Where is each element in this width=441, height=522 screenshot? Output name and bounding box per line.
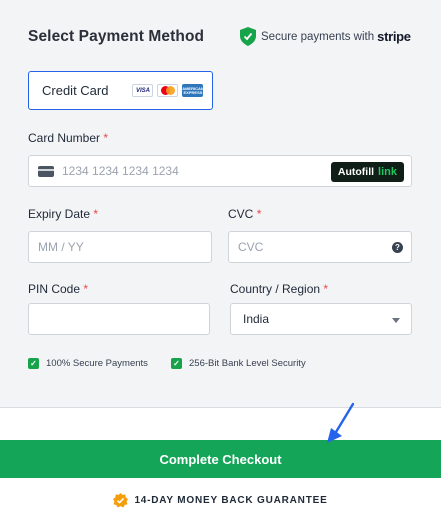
pointer-arrow-icon <box>327 402 355 443</box>
page-title: Select Payment Method <box>28 28 205 45</box>
stripe-logo: stripe <box>377 29 411 44</box>
bank-security-badge: ✓ 256-Bit Bank Level Security <box>171 358 306 369</box>
money-back-guarantee: 14-DAY MONEY BACK GUARANTEE <box>0 478 441 522</box>
credit-card-method-option[interactable]: Credit Card VISA AMERICAN EXPRESS <box>28 71 213 110</box>
card-number-field[interactable]: 1234 1234 1234 1234 Autofill link <box>28 155 412 187</box>
credit-card-icon <box>38 165 54 177</box>
chevron-down-icon <box>392 318 400 323</box>
country-region-label: Country / Region * <box>230 282 329 296</box>
cvc-field[interactable]: CVC ? <box>228 231 412 263</box>
credit-card-method-label: Credit Card <box>42 83 109 98</box>
guarantee-badge-icon <box>113 492 129 508</box>
expiry-date-field[interactable]: MM / YY <box>28 231 212 263</box>
amex-logo-icon: AMERICAN EXPRESS <box>182 84 204 97</box>
cvc-placeholder: CVC <box>238 240 264 254</box>
help-icon[interactable]: ? <box>392 242 403 253</box>
expiry-date-placeholder: MM / YY <box>38 240 84 254</box>
country-selected-value: India <box>243 312 270 326</box>
secure-payments-note: Secure payments with stripe <box>240 27 411 46</box>
cvc-label: CVC * <box>228 207 262 221</box>
shield-check-icon <box>240 27 256 46</box>
secure-payments-text: Secure payments with <box>261 30 375 43</box>
checkbox-checked-icon: ✓ <box>171 358 182 369</box>
pin-code-label: PIN Code * <box>28 282 89 296</box>
expiry-date-label: Expiry Date * <box>28 207 99 221</box>
secure-payments-badge-label: 100% Secure Payments <box>46 358 148 369</box>
secure-payments-badge: ✓ 100% Secure Payments <box>28 358 148 369</box>
card-number-placeholder: 1234 1234 1234 1234 <box>62 164 179 178</box>
guarantee-text: 14-DAY MONEY BACK GUARANTEE <box>134 494 328 506</box>
country-region-select[interactable]: India <box>230 303 412 335</box>
complete-checkout-button[interactable]: Complete Checkout <box>0 440 441 478</box>
checkout-divider-band <box>0 407 441 441</box>
checkbox-checked-icon: ✓ <box>28 358 39 369</box>
visa-logo-icon: VISA <box>132 84 154 97</box>
card-brand-logos: VISA AMERICAN EXPRESS <box>132 84 204 97</box>
card-number-label: Card Number * <box>28 131 109 145</box>
mastercard-logo-icon <box>157 84 179 97</box>
bank-security-badge-label: 256-Bit Bank Level Security <box>189 358 306 369</box>
autofill-link-button[interactable]: Autofill link <box>330 162 404 182</box>
pin-code-field[interactable] <box>28 303 210 335</box>
